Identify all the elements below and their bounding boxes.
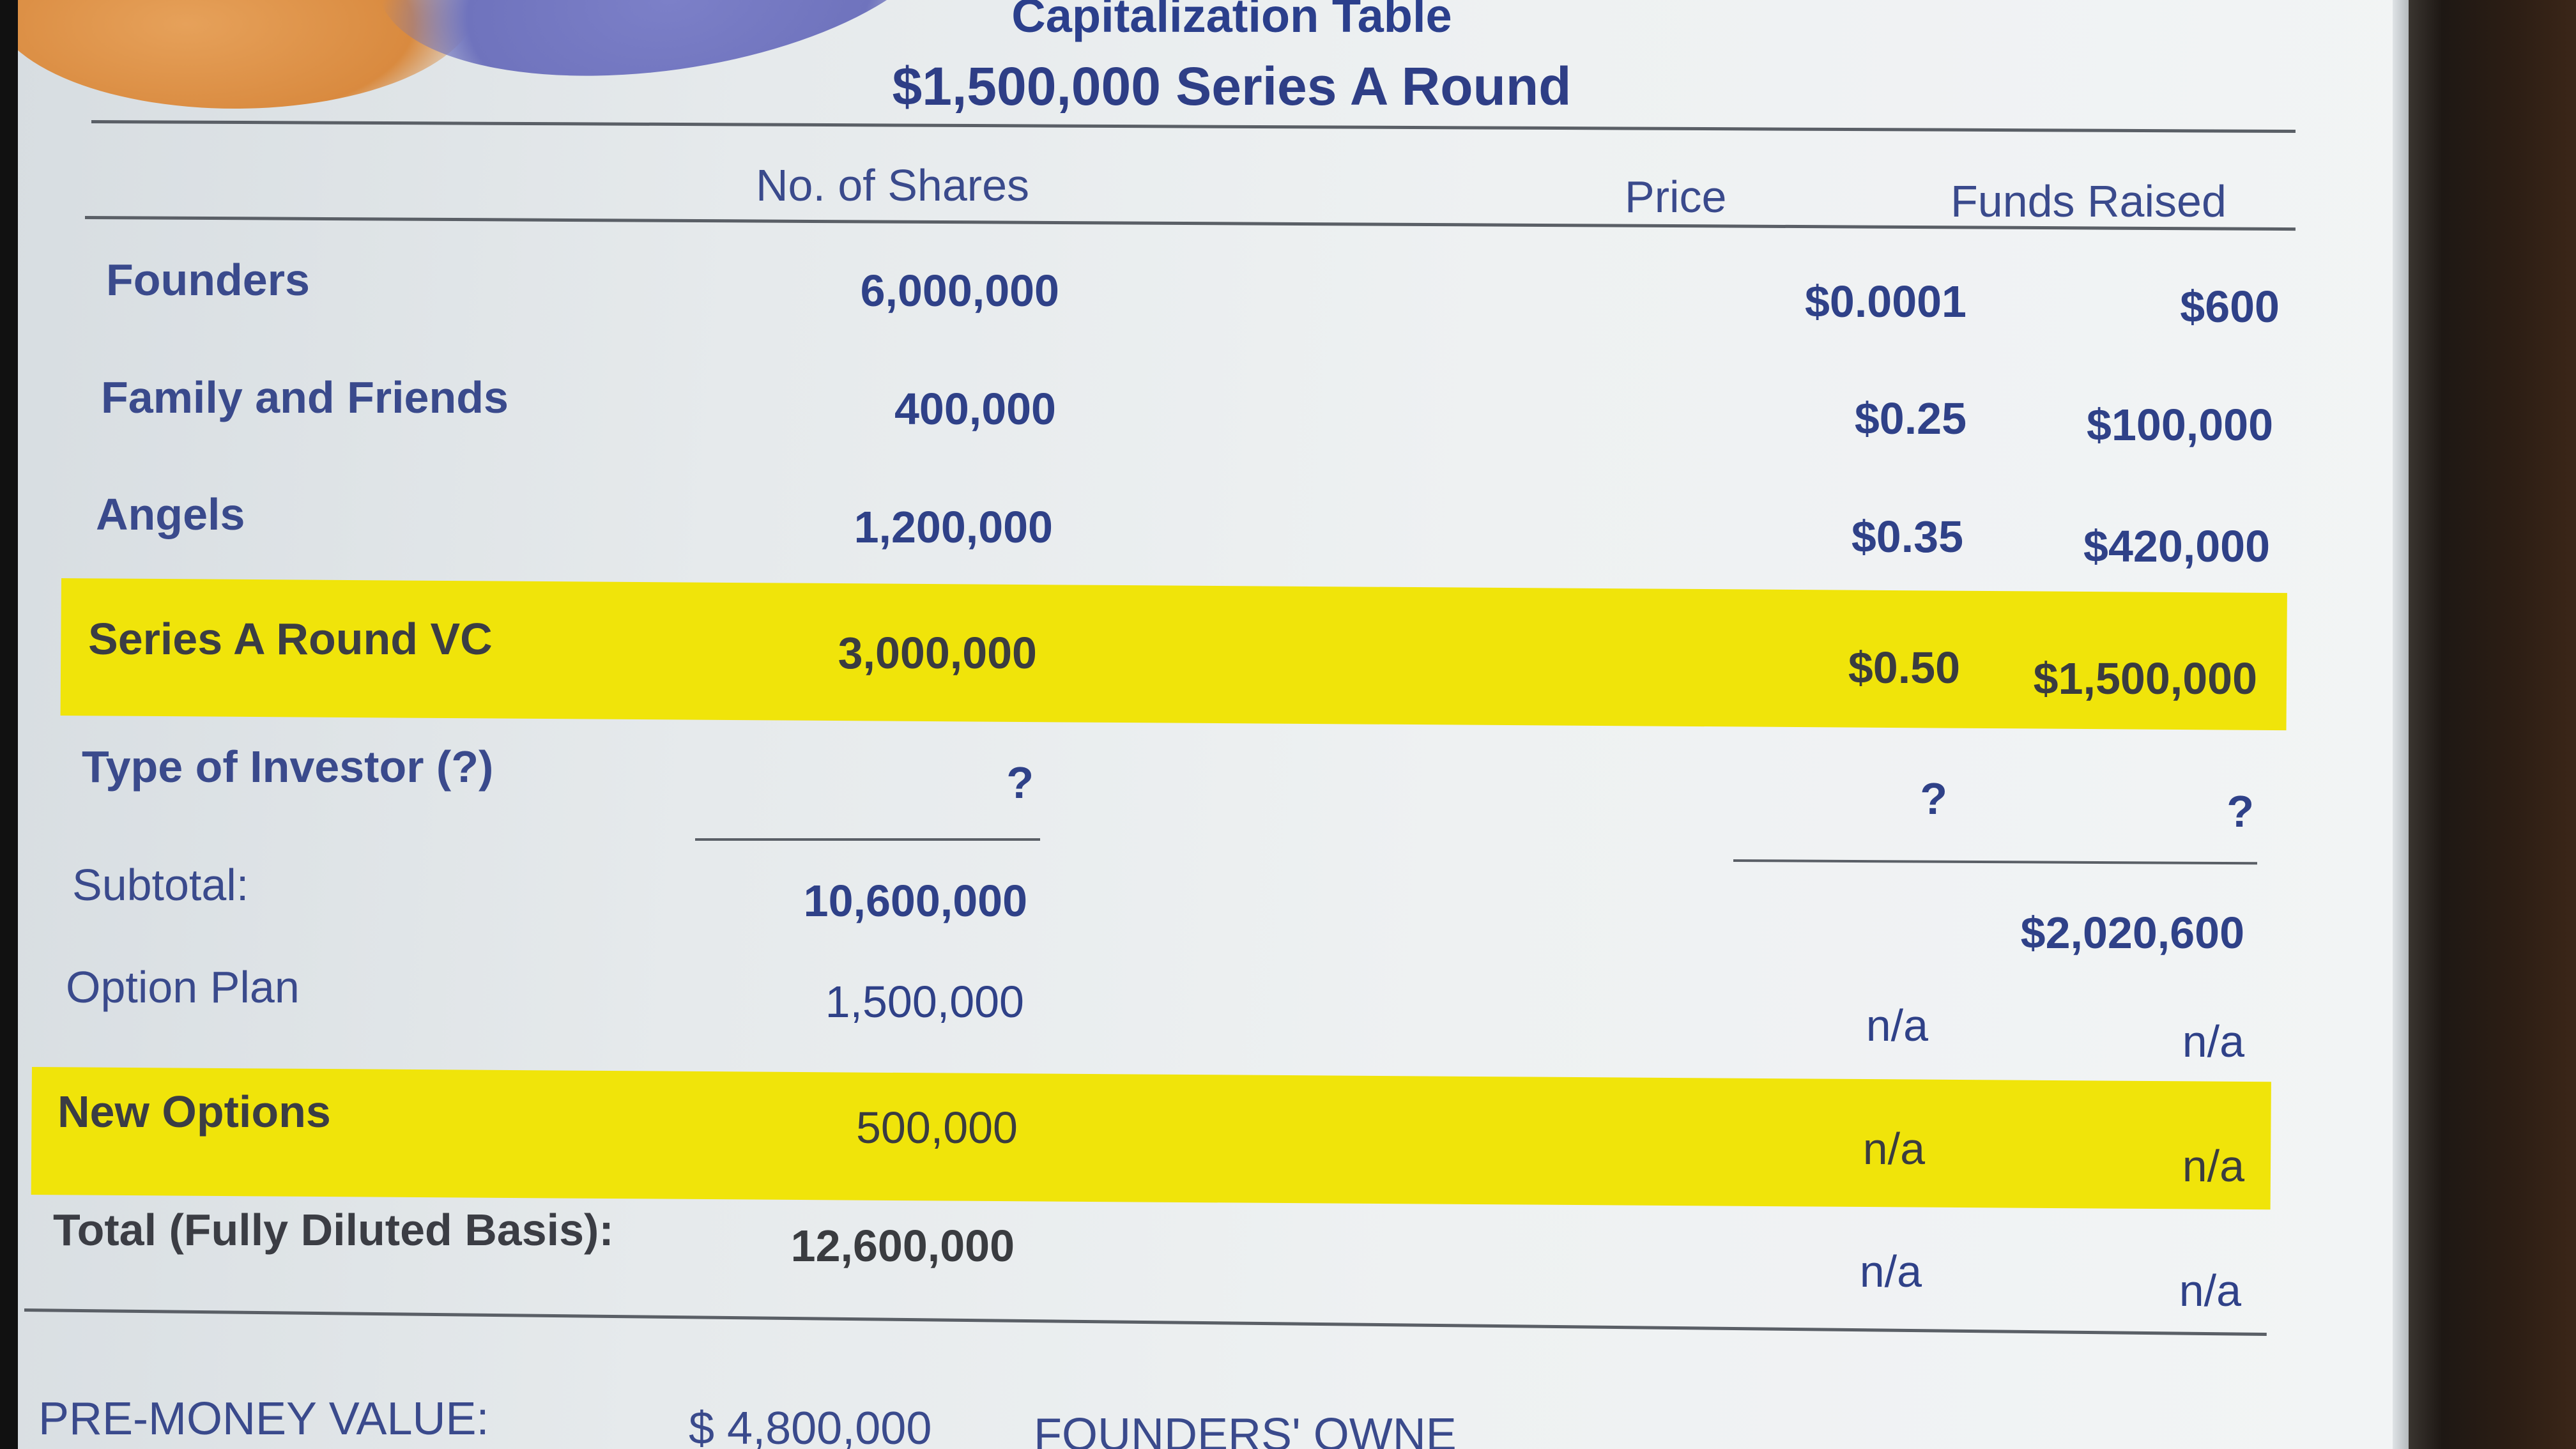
row-funds-family-friends: $100,000 (2087, 400, 2273, 450)
row-funds-angels: $420,000 (2083, 521, 2270, 571)
column-header-shares: No. of Shares (756, 160, 1029, 210)
row-shares-angels: 1,200,000 (854, 502, 1053, 552)
screen-bezel-right (2409, 0, 2576, 1449)
row-label-type-investor: Type of Investor (?) (82, 742, 494, 792)
row-funds-founders: $600 (2180, 282, 2280, 332)
row-shares-series-a: 3,000,000 (838, 628, 1037, 678)
row-funds-option-plan: n/a (2182, 1016, 2244, 1066)
slide-subtitle: $1,500,000 Series A Round (892, 56, 1572, 116)
row-funds-total: n/a (2179, 1266, 2241, 1315)
row-price-total: n/a (1859, 1246, 1922, 1296)
row-funds-series-a: $1,500,000 (2033, 654, 2257, 703)
row-label-angels: Angels (96, 489, 245, 539)
row-funds-new-options: n/a (2182, 1141, 2244, 1191)
row-price-family-friends: $0.25 (1854, 394, 1966, 443)
slide: Capitalization Table $1,500,000 Series A… (18, 0, 2395, 1449)
pre-money-value: $ 4,800,000 (689, 1403, 932, 1449)
row-price-series-a: $0.50 (1848, 643, 1960, 693)
column-header-price: Price (1625, 172, 1727, 222)
row-price-type-investor: ? (1920, 774, 1947, 824)
pre-money-label: PRE-MONEY VALUE: (38, 1393, 489, 1445)
column-header-funds: Funds Raised (1951, 176, 2227, 226)
row-label-option-plan: Option Plan (66, 962, 300, 1012)
row-label-total: Total (Fully Diluted Basis): (53, 1205, 614, 1255)
row-label-founders: Founders (106, 255, 310, 305)
row-shares-family-friends: 400,000 (894, 384, 1056, 434)
divider-shares-subtotal (695, 838, 1040, 841)
row-label-subtotal: Subtotal: (72, 860, 249, 910)
photo-frame: Capitalization Table $1,500,000 Series A… (0, 0, 2576, 1449)
row-shares-subtotal: 10,600,000 (803, 876, 1027, 926)
row-price-founders: $0.0001 (1804, 277, 1966, 326)
row-label-new-options: New Options (57, 1087, 331, 1137)
row-shares-founders: 6,000,000 (860, 266, 1059, 316)
row-price-option-plan: n/a (1866, 1000, 1928, 1050)
row-funds-subtotal: $2,020,600 (2020, 908, 2244, 958)
screen-bezel-left (0, 0, 19, 1449)
founders-ownership-label: FOUNDERS' OWNE (1034, 1409, 1457, 1449)
row-label-family-friends: Family and Friends (101, 372, 509, 422)
row-price-angels: $0.35 (1851, 512, 1963, 562)
row-price-new-options: n/a (1862, 1124, 1925, 1174)
slide-title: Capitalization Table (1011, 0, 1452, 42)
divider-funds-subtotal (1733, 859, 2257, 865)
divider-top (91, 120, 2296, 134)
row-label-series-a: Series A Round VC (88, 614, 493, 664)
row-funds-type-investor: ? (2227, 786, 2254, 836)
row-shares-total: 12,600,000 (790, 1221, 1015, 1271)
row-shares-type-investor: ? (1006, 758, 1034, 808)
row-shares-option-plan: 1,500,000 (825, 977, 1024, 1027)
row-shares-new-options: 500,000 (855, 1103, 1018, 1153)
